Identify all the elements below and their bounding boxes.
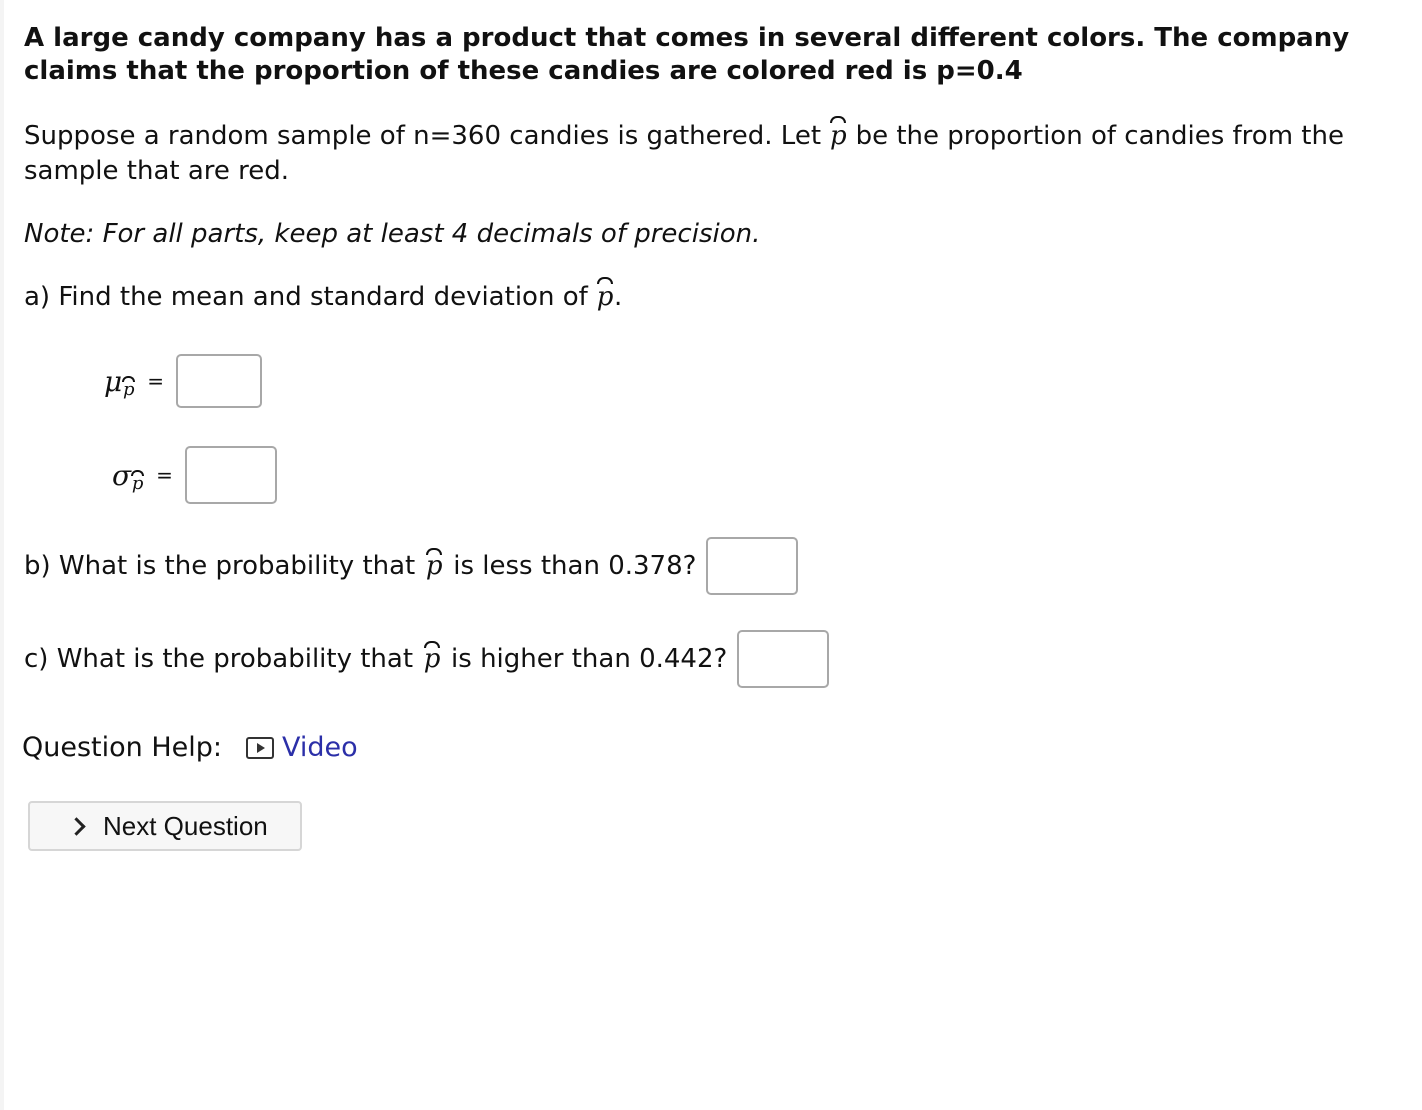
sample-description: Suppose a random sample of n=360 candies… bbox=[24, 116, 1364, 189]
sample-text-before: Suppose a random sample of n=360 candies… bbox=[24, 121, 822, 151]
p-hat-subscript: p bbox=[122, 375, 136, 400]
mean-row: μ p = bbox=[104, 354, 262, 408]
p-hat-symbol: p bbox=[829, 116, 847, 154]
part-c-row: c) What is the probability that p is hig… bbox=[24, 630, 830, 688]
part-b-input[interactable] bbox=[706, 537, 799, 595]
next-question-button[interactable]: Next Question bbox=[28, 801, 302, 851]
sd-row: σ p = bbox=[112, 446, 277, 504]
mean-input[interactable] bbox=[175, 354, 262, 408]
part-a-period: . bbox=[614, 282, 623, 312]
sd-input[interactable] bbox=[184, 446, 277, 504]
question-help-label: Question Help: bbox=[22, 732, 222, 763]
part-c-input[interactable] bbox=[737, 630, 830, 688]
left-edge-shade bbox=[0, 0, 4, 1110]
part-b-text-before: b) What is the probability that bbox=[24, 551, 416, 581]
p-hat-symbol: p bbox=[425, 548, 443, 581]
equals-sign: = bbox=[147, 369, 164, 393]
sigma-symbol: σ bbox=[112, 458, 132, 492]
question-text: A large candy company has a product that… bbox=[24, 22, 1364, 315]
part-b-row: b) What is the probability that p is les… bbox=[24, 537, 799, 595]
part-a-prompt: a) Find the mean and standard deviation … bbox=[24, 277, 1364, 315]
part-b-text-after: is less than 0.378? bbox=[453, 551, 697, 581]
video-link[interactable]: Video bbox=[282, 732, 358, 763]
p-hat-symbol: p bbox=[596, 277, 614, 315]
next-question-label: Next Question bbox=[103, 810, 268, 841]
video-play-icon[interactable] bbox=[246, 736, 274, 759]
part-c-text-after: is higher than 0.442? bbox=[451, 644, 728, 674]
p-hat-symbol: p bbox=[423, 641, 441, 674]
chevron-right-icon bbox=[67, 816, 86, 836]
question-help: Question Help: Video bbox=[22, 732, 358, 763]
intro-text: A large candy company has a product that… bbox=[24, 23, 1350, 86]
mu-symbol: μ bbox=[104, 364, 123, 398]
part-c-text-before: c) What is the probability that bbox=[24, 644, 414, 674]
equals-sign: = bbox=[156, 463, 173, 487]
p-hat-subscript: p bbox=[131, 469, 145, 494]
precision-note: Note: For all parts, keep at least 4 dec… bbox=[24, 219, 761, 249]
part-a-text: a) Find the mean and standard deviation … bbox=[24, 282, 588, 312]
